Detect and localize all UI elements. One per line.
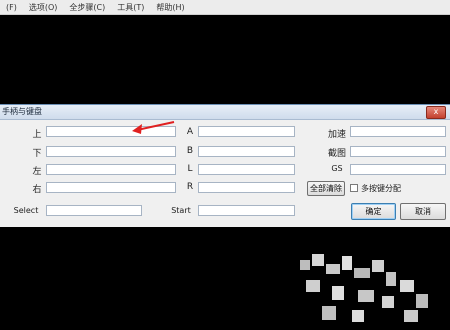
arrow-shaft bbox=[136, 121, 175, 131]
pixelated-watermark bbox=[292, 250, 442, 328]
arrow-head bbox=[132, 124, 142, 134]
